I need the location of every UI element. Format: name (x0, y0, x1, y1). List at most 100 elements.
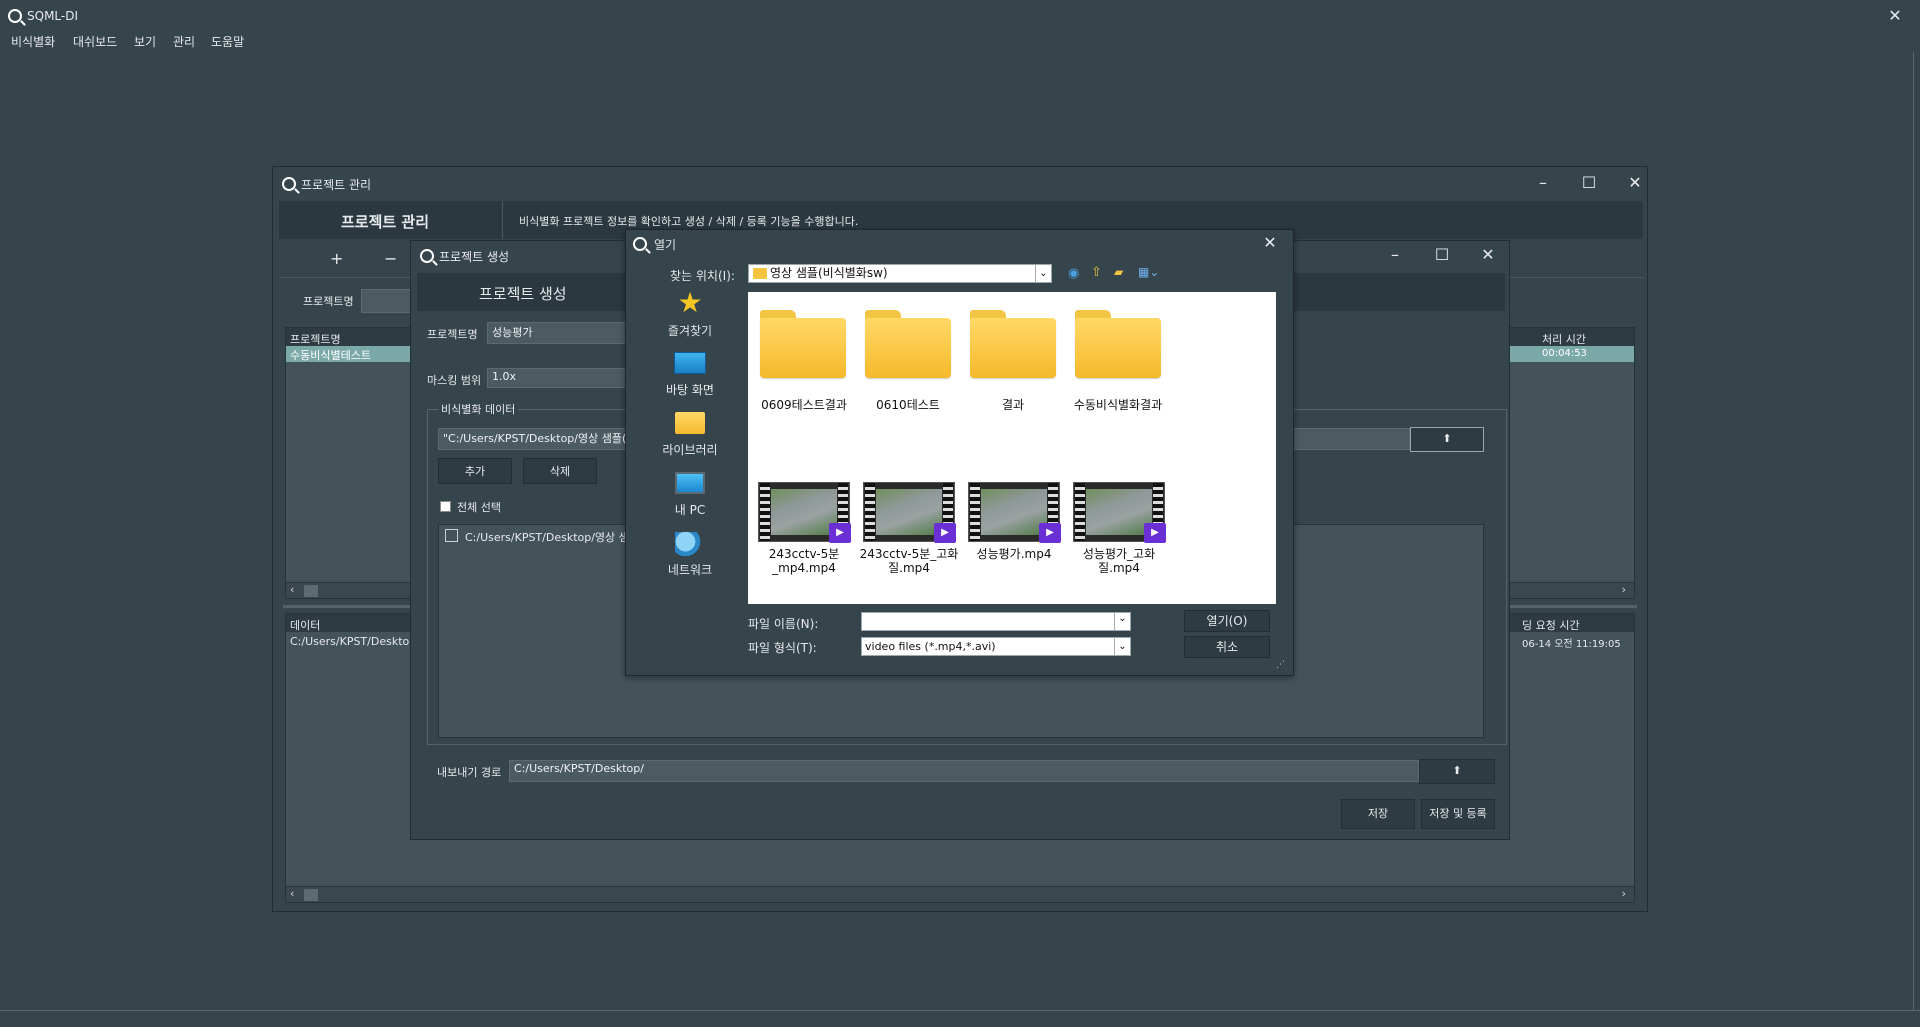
folder-icon[interactable] (865, 310, 951, 378)
open-button[interactable]: 열기(O) (1184, 610, 1270, 632)
filetype-select[interactable]: video files (*.mp4,*.avi) ⌄ (861, 637, 1131, 656)
close-icon[interactable]: ✕ (1258, 233, 1282, 252)
upload-icon: ⬆ (1442, 432, 1452, 445)
new-folder-icon[interactable]: ▰ (1114, 265, 1123, 279)
upload-icon: ⬆ (1452, 764, 1462, 777)
file-view: 0609테스트결과 0610테스트 결과 수동비식별화결과 ▶ 243cctv-… (748, 292, 1276, 604)
list-item-checkbox[interactable] (445, 529, 458, 542)
sidebar-item-library[interactable]: 라이브러리 (640, 410, 740, 458)
file-name[interactable]: 성능평가.mp4 (964, 547, 1064, 561)
maximize-icon[interactable]: ☐ (1430, 245, 1454, 264)
app-close-icon[interactable]: ✕ (1883, 6, 1907, 25)
folder-name[interactable]: 수동비식별화결과 (1066, 398, 1170, 412)
remove-project-button[interactable]: − (384, 249, 397, 268)
back-icon[interactable]: ◉ (1068, 266, 1079, 281)
video-thumbnail-icon[interactable]: ▶ (863, 482, 956, 543)
list-item[interactable]: C:/Users/KPST/Desktop/영상 샘플 (465, 529, 639, 545)
filename-input[interactable]: ⌄ (861, 612, 1131, 631)
folder-name[interactable]: 0609테스트결과 (752, 398, 856, 412)
file-name[interactable]: 243cctv-5분_고화질.mp4 (859, 547, 959, 575)
sidebar-item-network[interactable]: 네트워크 (640, 530, 740, 578)
data-cell-request-time: 06-14 오전 11:19:05 (1522, 639, 1621, 650)
location-combo[interactable]: 영상 샘플(비식별화sw) ⌄ (748, 264, 1052, 283)
cancel-button[interactable]: 취소 (1184, 636, 1270, 658)
export-upload-button[interactable]: ⬆ (1419, 759, 1495, 784)
add-project-button[interactable]: + (330, 249, 343, 268)
resize-grip-icon[interactable]: ⋰ (1276, 660, 1285, 670)
project-mgmt-title: 프로젝트 관리 (301, 178, 372, 192)
menu-help[interactable]: 도움말 (211, 33, 244, 50)
save-button[interactable]: 저장 (1341, 799, 1415, 829)
app-logo-icon (8, 8, 22, 23)
create-name-input[interactable]: 성능평가 (487, 322, 627, 344)
app-title: SQML-DI (27, 9, 78, 23)
data-cell-path: C:/Users/KPST/Desktop/1 (290, 635, 427, 648)
select-all-checkbox[interactable] (440, 501, 451, 512)
filename-label: 파일 이름(N): (748, 617, 819, 631)
play-icon: ▶ (934, 523, 956, 543)
star-icon: ★ (677, 286, 703, 319)
file-name[interactable]: 성능평가_고화질.mp4 (1069, 547, 1169, 575)
file-name[interactable]: 243cctv-5분_mp4.mp4 (754, 547, 854, 575)
menu-bar: 비식별화 대쉬보드 보기 관리 도움말 (0, 32, 1920, 52)
app-status-bar (0, 1010, 1920, 1027)
menu-view[interactable]: 보기 (134, 33, 156, 50)
folder-icon[interactable] (1075, 310, 1161, 378)
close-icon[interactable]: ✕ (1476, 245, 1500, 264)
folder-icon (753, 268, 767, 279)
folder-name[interactable]: 결과 (961, 398, 1065, 412)
project-create-header-title: 프로젝트 생성 (479, 285, 567, 303)
network-icon (675, 532, 705, 556)
sidebar-item-my-pc[interactable]: 내 PC (640, 470, 740, 518)
video-thumbnail-icon[interactable]: ▶ (968, 482, 1061, 543)
close-icon[interactable]: ✕ (1623, 173, 1647, 192)
minimize-icon[interactable]: – (1531, 173, 1555, 192)
menu-manage[interactable]: 관리 (173, 33, 195, 50)
open-dialog-title: 열기 (654, 238, 677, 252)
folder-icon[interactable] (760, 310, 846, 378)
folder-icon[interactable] (970, 310, 1056, 378)
library-icon (675, 412, 705, 434)
menu-dashboard[interactable]: 대쉬보드 (73, 33, 117, 50)
deid-data-group-label: 비식별화 데이터 (438, 401, 519, 417)
table-col-project-name: 프로젝트명 (290, 333, 341, 346)
chevron-down-icon[interactable]: ⌄ (1035, 265, 1051, 282)
export-path-label: 내보내기 경로 (437, 766, 502, 779)
data-col-data: 데이터 (290, 619, 321, 632)
menu-deidentify[interactable]: 비식별화 (11, 33, 55, 50)
save-register-button[interactable]: 저장 및 등록 (1421, 799, 1495, 829)
project-create-logo-icon (420, 248, 434, 263)
play-icon: ▶ (1144, 523, 1166, 543)
up-folder-icon[interactable]: ⇧ (1091, 265, 1102, 280)
create-name-label: 프로젝트명 (427, 328, 478, 341)
export-path-input[interactable]: C:/Users/KPST/Desktop/ (509, 760, 1419, 782)
project-mgmt-logo-icon (282, 176, 296, 191)
sidebar-item-desktop[interactable]: 바탕 화면 (640, 350, 740, 398)
data-table-scrollbar[interactable]: ‹ › (286, 886, 1634, 902)
project-mgmt-header-desc: 비식별화 프로젝트 정보를 확인하고 생성 / 삭제 / 등록 기능을 수행합니… (519, 215, 859, 228)
chevron-down-icon[interactable]: ⌄ (1114, 613, 1130, 630)
desktop-icon (674, 352, 706, 374)
computer-icon (675, 472, 705, 494)
app-right-border (1913, 52, 1914, 1012)
sidebar-item-favorites[interactable]: ★ 즐겨찾기 (640, 286, 740, 339)
mask-range-input[interactable]: 1.0x (487, 368, 627, 388)
project-create-title: 프로젝트 생성 (439, 250, 510, 264)
maximize-icon[interactable]: ☐ (1577, 173, 1601, 192)
app-titlebar: SQML-DI ✕ (0, 0, 1920, 32)
upload-path-button[interactable]: ⬆ (1410, 427, 1484, 452)
minimize-icon[interactable]: – (1383, 245, 1407, 264)
folder-name[interactable]: 0610테스트 (856, 398, 960, 412)
project-name-label: 프로젝트명 (303, 295, 354, 308)
project-mgmt-header-title: 프로젝트 관리 (341, 213, 430, 231)
add-data-button[interactable]: 추가 (438, 458, 512, 484)
table-cell-process-time: 00:04:53 (1542, 348, 1587, 359)
delete-data-button[interactable]: 삭제 (523, 458, 597, 484)
chevron-down-icon[interactable]: ⌄ (1114, 638, 1130, 655)
mask-range-label: 마스킹 범위 (427, 374, 482, 387)
video-thumbnail-icon[interactable]: ▶ (1073, 482, 1166, 543)
location-label: 찾는 위치(I): (670, 269, 735, 283)
view-menu-icon[interactable]: ▦⌄ (1138, 265, 1159, 279)
video-thumbnail-icon[interactable]: ▶ (758, 482, 851, 543)
play-icon: ▶ (1039, 523, 1061, 543)
